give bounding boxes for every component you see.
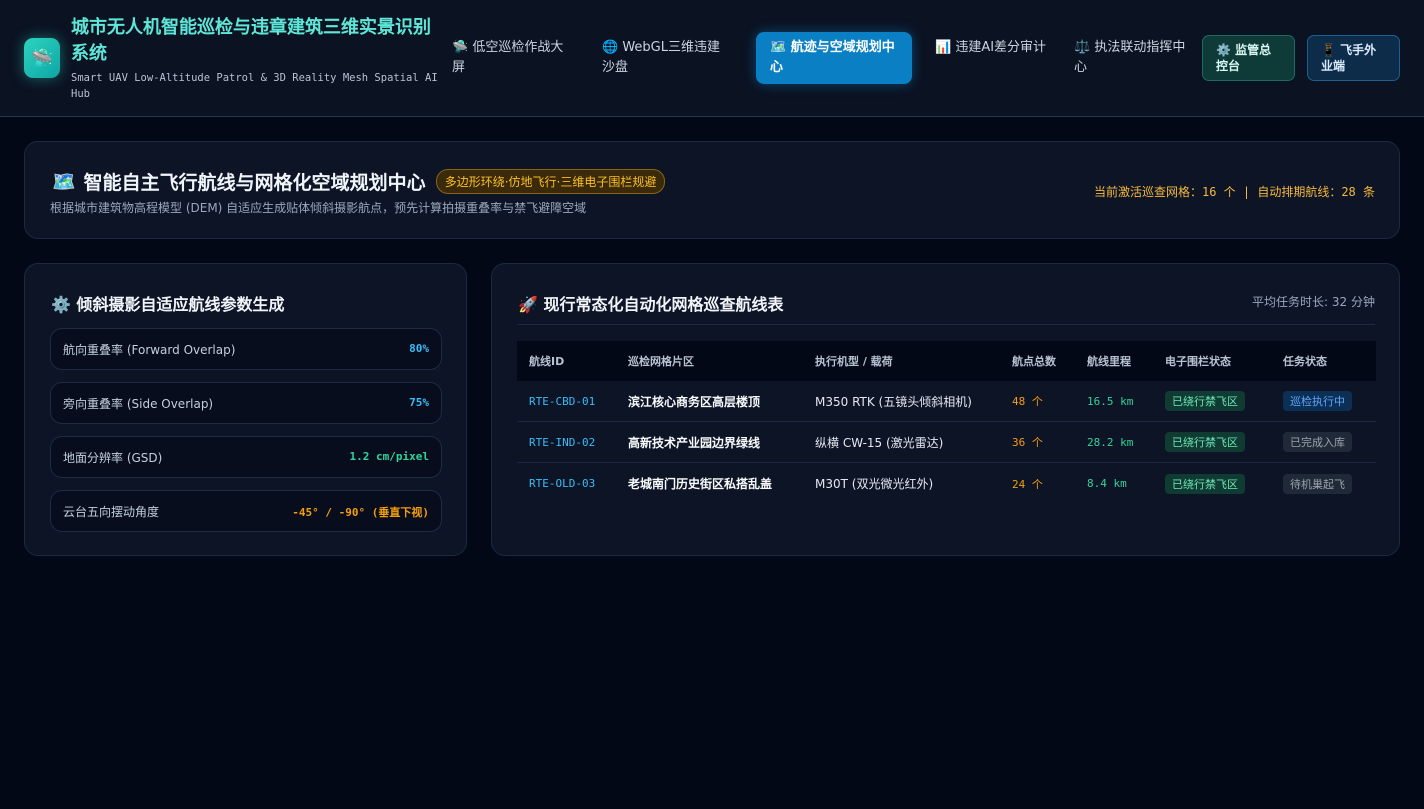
nav-item-ai-audit[interactable]: 📊 违建AI差分审计 [921,32,1061,84]
fence-status-badge: 已绕行禁飞区 [1165,391,1245,411]
nav-item-patrol-dashboard[interactable]: 🛸 低空巡检作战大屏 [438,32,578,84]
fence-status-cell: 已绕行禁飞区 [1153,432,1271,452]
column-header: 航线ID [529,355,565,368]
nav-label: WebGL三维违建沙盘 [602,40,720,75]
pilot-field-button[interactable]: 📱 飞手外业端 [1307,35,1400,81]
param-label: 地面分辨率 (GSD) [63,451,163,465]
params-title-text: 倾斜摄影自适应航线参数生成 [76,295,285,314]
task-status-cell: 待机巢起飞 [1271,473,1376,494]
grid-stats: 当前激活巡查网格：16 个 | 自动排期航线：28 条 [1093,185,1375,199]
supervision-console-button[interactable]: ⚙️ 监管总控台 [1202,35,1295,81]
routes-table-panel: 🚀 现行常态化自动化网格巡查航线表 平均任务时长: 32 分钟 航线ID 巡检网… [491,263,1400,556]
fence-status-badge: 已绕行禁飞区 [1165,473,1245,494]
scales-icon: ⚖️ [1074,40,1091,55]
routes-table: 航线ID 巡检网格片区 执行机型 / 载荷 航点总数 航线里程 电子围栏状态 任… [517,341,1376,504]
divider [517,324,1375,325]
fence-status-badge: 已绕行禁飞区 [1165,432,1245,452]
param-value: 1.2 cm/pixel [349,450,429,463]
params-title: ⚙️ 倾斜摄影自适应航线参数生成 [51,291,285,315]
table-header: 航线ID 巡检网格片区 执行机型 / 载荷 航点总数 航线里程 电子围栏状态 任… [517,341,1376,381]
routes-title-text: 现行常态化自动化网格巡查航线表 [543,295,784,314]
table-row[interactable]: RTE-CBD-01 滨江核心商务区高层楼顶 M350 RTK (五镜头倾斜相机… [517,381,1376,422]
param-side-overlap[interactable]: 旁向重叠率 (Side Overlap) 75% [50,382,442,424]
route-id: RTE-CBD-01 [529,394,596,408]
map-icon: 🗺️ [770,40,787,55]
task-status-cell: 已完成入库 [1271,432,1376,452]
task-status-cell: 巡检执行中 [1271,391,1376,411]
nav-item-enforcement[interactable]: ⚖️ 执法联动指挥中心 [1060,32,1200,84]
page-description: 根据城市建筑物高程模型 (DEM) 自适应生成贴体倾斜摄影航点，预先计算拍摄重叠… [50,201,587,215]
fence-status-cell: 已绕行禁飞区 [1153,473,1271,494]
waypoint-count: 24 个 [1012,477,1043,491]
drone-model: M30T (双光微光红外) [815,477,934,491]
param-value: 80% [409,342,429,355]
param-gsd[interactable]: 地面分辨率 (GSD) 1.2 cm/pixel [50,436,442,478]
table-row[interactable]: RTE-OLD-03 老城南门历史街区私搭乱盖 M30T (双光微光红外) 24… [517,463,1376,504]
column-header: 电子围栏状态 [1165,355,1231,368]
top-header: 🛸 城市无人机智能巡检与违章建筑三维实景识别系统 Smart UAV Low-A… [0,0,1424,117]
bar-chart-icon: 📊 [935,40,952,55]
column-header: 航线里程 [1087,355,1131,368]
app-title: 城市无人机智能巡检与违章建筑三维实景识别系统 [71,17,431,64]
route-id: RTE-IND-02 [529,435,596,449]
avg-duration: 平均任务时长: 32 分钟 [1252,295,1375,309]
page-title: 🗺️ 智能自主飞行航线与网格化空域规划中心 多边形环绕·仿地飞行·三维电子围栏规… [52,168,666,195]
fence-status-cell: 已绕行禁飞区 [1153,391,1271,411]
route-distance: 16.5 km [1087,394,1134,408]
gear-icon: ⚙️ [1216,43,1231,57]
gear-icon: ⚙️ [51,295,71,314]
page-title-text: 智能自主飞行航线与网格化空域规划中心 [83,172,426,194]
route-distance: 8.4 km [1087,477,1127,490]
map-icon: 🗺️ [52,171,76,193]
param-value: 75% [409,396,429,409]
ufo-icon: 🛸 [452,40,469,55]
mobile-phone-icon: 📱 [1321,43,1336,57]
planning-center-banner: 🗺️ 智能自主飞行航线与网格化空域规划中心 多边形环绕·仿地飞行·三维电子围栏规… [24,141,1400,239]
app-subtitle: Smart UAV Low-Altitude Patrol & 3D Reali… [71,72,438,100]
feature-badge: 多边形环绕·仿地飞行·三维电子围栏规避 [435,169,666,194]
routes-title: 🚀 现行常态化自动化网格巡查航线表 [518,291,784,315]
nav-label: 低空巡检作战大屏 [452,40,564,75]
task-status-badge: 巡检执行中 [1283,391,1352,411]
param-label: 航向重叠率 (Forward Overlap) [63,343,236,357]
param-label: 旁向重叠率 (Side Overlap) [63,397,214,411]
table-row[interactable]: RTE-IND-02 高新技术产业园边界绿线 纵横 CW-15 (激光雷达) 3… [517,422,1376,463]
globe-icon: 🌐 [602,40,619,55]
param-label: 云台五向摆动角度 [63,505,160,519]
route-distance: 28.2 km [1087,435,1134,449]
waypoint-count: 48 个 [1012,395,1043,408]
drone-logo-icon: 🛸 [24,38,60,78]
drone-model: M350 RTK (五镜头倾斜相机) [815,394,972,409]
column-header: 巡检网格片区 [628,355,694,368]
grid-zone: 滨江核心商务区高层楼顶 [628,394,761,409]
route-params-panel: ⚙️ 倾斜摄影自适应航线参数生成 航向重叠率 (Forward Overlap)… [24,263,467,556]
param-forward-overlap[interactable]: 航向重叠率 (Forward Overlap) 80% [50,328,442,370]
nav-label: 执法联动指挥中心 [1074,40,1186,75]
route-id: RTE-OLD-03 [529,477,596,490]
grid-zone: 高新技术产业园边界绿线 [628,435,761,450]
drone-model: 纵横 CW-15 (激光雷达) [815,435,944,450]
grid-zone: 老城南门历史街区私搭乱盖 [628,477,773,491]
task-status-badge: 待机巢起飞 [1283,473,1352,494]
column-header: 执行机型 / 载荷 [815,355,893,368]
nav-item-webgl-sandbox[interactable]: 🌐 WebGL三维违建沙盘 [588,32,746,84]
param-value: -45° / -90° (垂直下视) [292,506,429,519]
nav-label: 航迹与空域规划中心 [770,40,895,75]
waypoint-count: 36 个 [1012,436,1043,449]
param-gimbal-angle[interactable]: 云台五向摆动角度 -45° / -90° (垂直下视) [50,490,442,532]
rocket-icon: 🚀 [518,295,538,314]
task-status-badge: 已完成入库 [1283,432,1352,452]
column-header: 任务状态 [1283,355,1327,368]
nav-item-route-planning[interactable]: 🗺️ 航迹与空域规划中心 [756,32,912,84]
column-header: 航点总数 [1012,355,1056,368]
nav-label: 违建AI差分审计 [955,40,1047,55]
